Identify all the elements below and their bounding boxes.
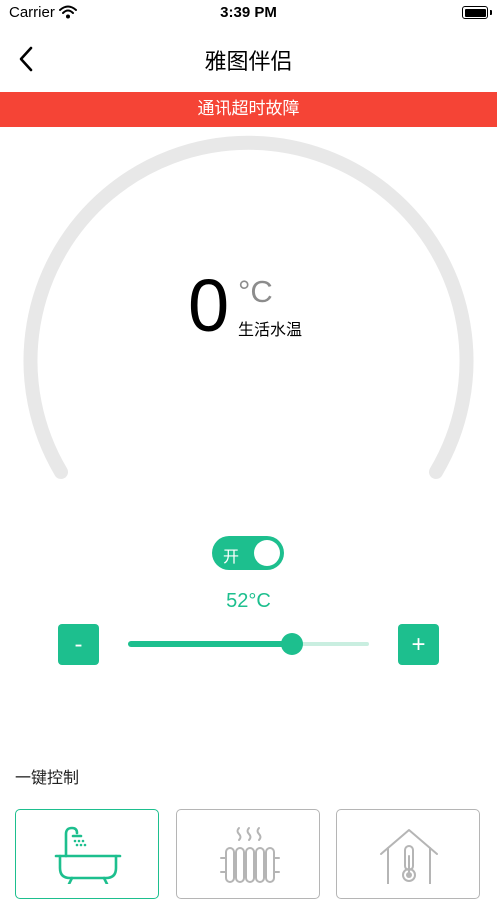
mode-card-heating[interactable]	[176, 809, 320, 899]
quick-control-title: 一键控制	[15, 768, 80, 787]
temperature-slider[interactable]	[128, 633, 369, 655]
house-thermometer-icon	[380, 829, 438, 884]
radiator-heating-icon	[220, 827, 280, 883]
page-title: 雅图伴侣	[204, 50, 293, 75]
clock: 3:39 PM	[220, 4, 277, 21]
toggle-knob	[254, 540, 280, 566]
bathtub-shower-icon	[54, 826, 122, 884]
increase-temperature-button[interactable]: +	[398, 624, 439, 665]
temperature-unit: °C	[238, 274, 273, 309]
status-bar: Carrier 3:39 PM	[0, 0, 497, 26]
mode-card-bath[interactable]	[15, 809, 159, 899]
water-temperature-label: 生活水温	[238, 320, 303, 339]
power-toggle[interactable]: 开	[212, 536, 284, 570]
setpoint-temperature: 52°C	[226, 590, 271, 612]
fault-alert-banner: 通讯超时故障	[0, 92, 497, 127]
slider-fill	[128, 641, 292, 647]
mode-card-floor-heating[interactable]	[336, 809, 480, 899]
water-temperature-value: 0	[188, 264, 230, 347]
battery-icon	[462, 6, 492, 19]
navigation-bar: 雅图伴侣	[0, 34, 497, 84]
temperature-gauge	[23, 135, 474, 479]
slider-thumb[interactable]	[280, 633, 303, 655]
decrease-temperature-button[interactable]: -	[58, 624, 99, 665]
power-toggle-label: 开	[223, 547, 240, 566]
